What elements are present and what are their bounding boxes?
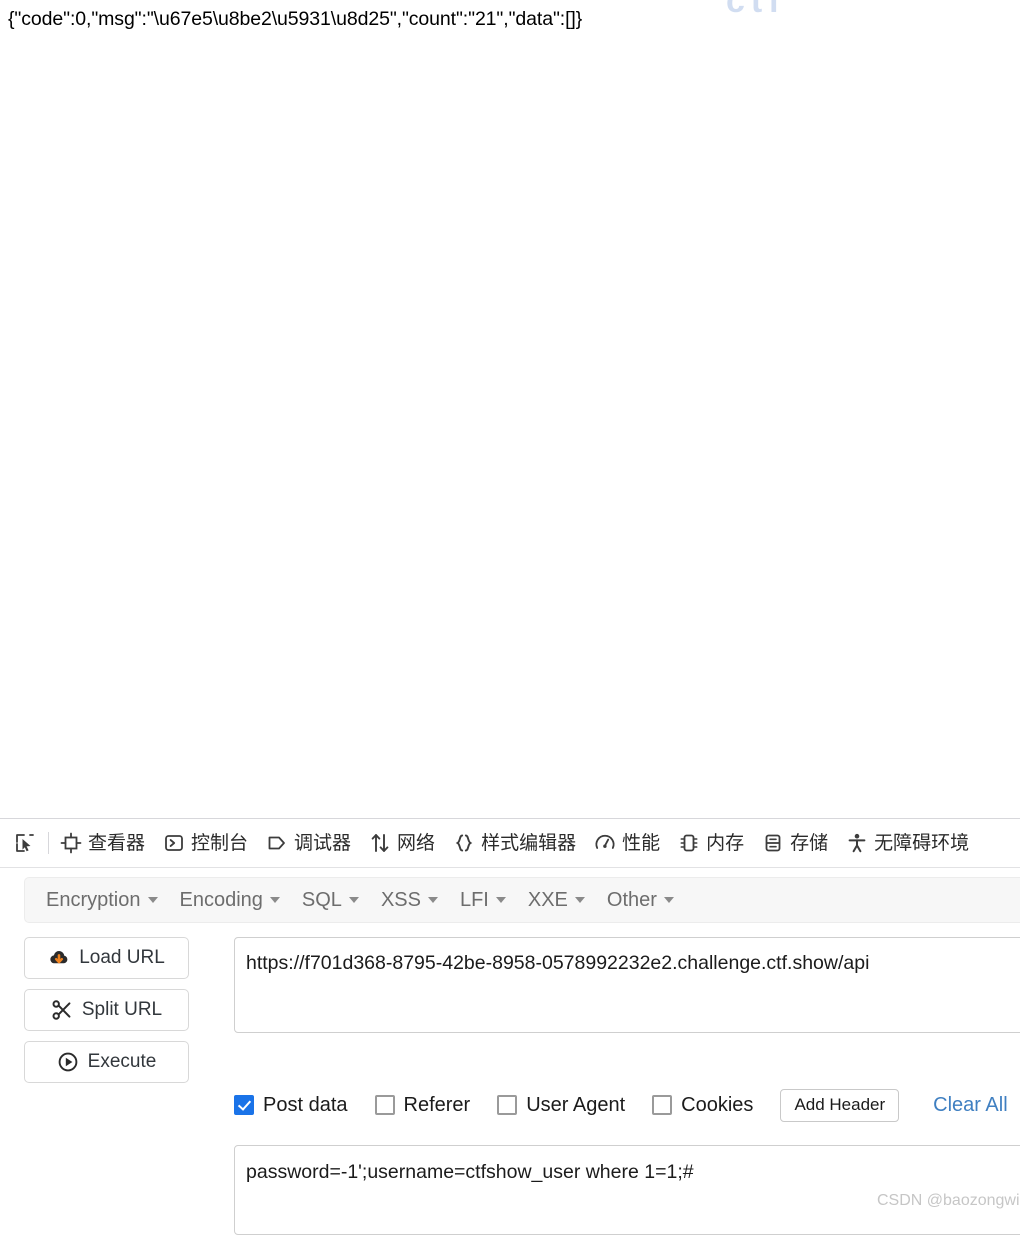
hackbar-options-row: Post data Referer User Agent Cookies Add… [234,1085,1020,1125]
browser-page-content: ctf {"code":0,"msg":"\u67e5\u8be2\u5931\… [0,0,1020,818]
page-background-watermark: ctf [726,0,786,20]
chevron-down-icon [427,897,438,903]
hackbar-menu-label: SQL [301,888,342,911]
hackbar-action-buttons: Load URL Split URL Execute [24,937,189,1093]
devtools-tab-label: 存储 [790,832,829,854]
devtools-tab-style-editor[interactable]: 样式编辑器 [444,823,585,863]
chevron-down-icon [574,897,585,903]
devtools-tab-label: 控制台 [191,832,249,854]
cookies-label: Cookies [681,1093,754,1116]
devtools-tab-network[interactable]: 网络 [360,823,444,863]
cookies-checkbox[interactable]: Cookies [652,1094,753,1117]
debugger-icon [266,832,288,854]
user-agent-label: User Agent [526,1093,626,1116]
devtools-tab-inspector[interactable]: 查看器 [51,823,154,863]
chevron-down-icon [663,897,674,903]
devtools-tab-label: 网络 [397,832,436,854]
performance-icon [594,832,616,854]
user-agent-checkbox[interactable]: User Agent [497,1094,625,1117]
devtools-tab-label: 性能 [622,832,661,854]
post-data-label: Post data [263,1093,348,1116]
referer-checkbox[interactable]: Referer [374,1093,471,1117]
split-url-button[interactable]: Split URL [24,989,189,1031]
devtools-tab-label: 样式编辑器 [481,832,577,854]
devtools-tab-console[interactable]: 控制台 [154,823,257,863]
accessibility-icon [846,832,868,854]
style-editor-icon [453,832,475,854]
load-url-label: Load URL [79,947,165,968]
devtools-tab-label: 查看器 [88,832,146,854]
hackbar-menu-label: XSS [380,888,421,911]
storage-icon [762,832,784,854]
chevron-down-icon [147,897,158,903]
devtools-tab-storage[interactable]: 存储 [753,823,837,863]
checkbox-box[interactable] [374,1095,395,1115]
console-icon [163,832,185,854]
clear-all-link[interactable]: Clear All [933,1094,1007,1117]
hackbar-menu-label: LFI [459,888,489,911]
hackbar-menu-xss[interactable]: XSS [370,885,449,916]
devtools-tab-debugger[interactable]: 调试器 [257,823,360,863]
scissors-icon [51,999,73,1021]
csdn-watermark: CSDN @baozongwi [877,1192,1020,1209]
devtools-tab-label: 内存 [706,832,745,854]
execute-label: Execute [87,1051,157,1072]
network-icon [369,832,391,854]
devtools-tab-accessibility[interactable]: 无障碍环境 [837,823,978,863]
hackbar-menu-encryption[interactable]: Encryption [35,885,169,916]
play-circle-icon [57,1051,79,1073]
add-header-button[interactable]: Add Header [780,1088,900,1122]
cloud-download-icon [48,947,70,969]
load-url-button[interactable]: Load URL [24,937,189,979]
hackbar-menu-bar: Encryption Encoding SQL XSS LFI XXE Othe… [24,877,1020,923]
hackbar-menu-lfi[interactable]: LFI [449,885,517,916]
post-data-checkbox[interactable]: Post data [234,1094,348,1117]
hackbar-menu-other[interactable]: Other [596,885,685,916]
memory-icon [678,832,700,854]
checkbox-box[interactable] [497,1095,518,1115]
hackbar-menu-encoding[interactable]: Encoding [169,885,291,916]
devtools-tab-label: 调试器 [294,832,352,854]
chevron-down-icon [348,897,359,903]
url-input[interactable] [234,937,1020,1033]
toolbar-divider [48,832,49,854]
checkbox-box[interactable] [652,1095,673,1115]
hackbar-menu-label: Other [606,888,657,911]
devtools-toolbar: 查看器 控制台 调试器 网络 样式编辑器 性能 内存 存储 无障碍环境 [0,818,1020,868]
chevron-down-icon [269,897,280,903]
hackbar-menu-xxe[interactable]: XXE [517,885,596,916]
execute-button[interactable]: Execute [24,1041,189,1083]
devtools-tab-memory[interactable]: 内存 [669,823,753,863]
hackbar-menu-label: XXE [527,888,568,911]
inspector-icon [60,832,82,854]
hackbar-menu-label: Encryption [46,888,141,911]
chevron-down-icon [495,897,506,903]
checkbox-box[interactable] [234,1095,254,1115]
hackbar-menu-label: Encoding [179,888,263,911]
element-picker-icon [14,832,36,854]
referer-label: Referer [403,1093,471,1116]
element-picker-button[interactable] [4,825,46,861]
devtools-tab-label: 无障碍环境 [874,832,970,854]
devtools-tab-performance[interactable]: 性能 [585,823,669,863]
hackbar-menu-sql[interactable]: SQL [291,885,370,916]
json-response-body: {"code":0,"msg":"\u67e5\u8be2\u5931\u8d2… [8,8,583,30]
split-url-label: Split URL [81,999,163,1020]
